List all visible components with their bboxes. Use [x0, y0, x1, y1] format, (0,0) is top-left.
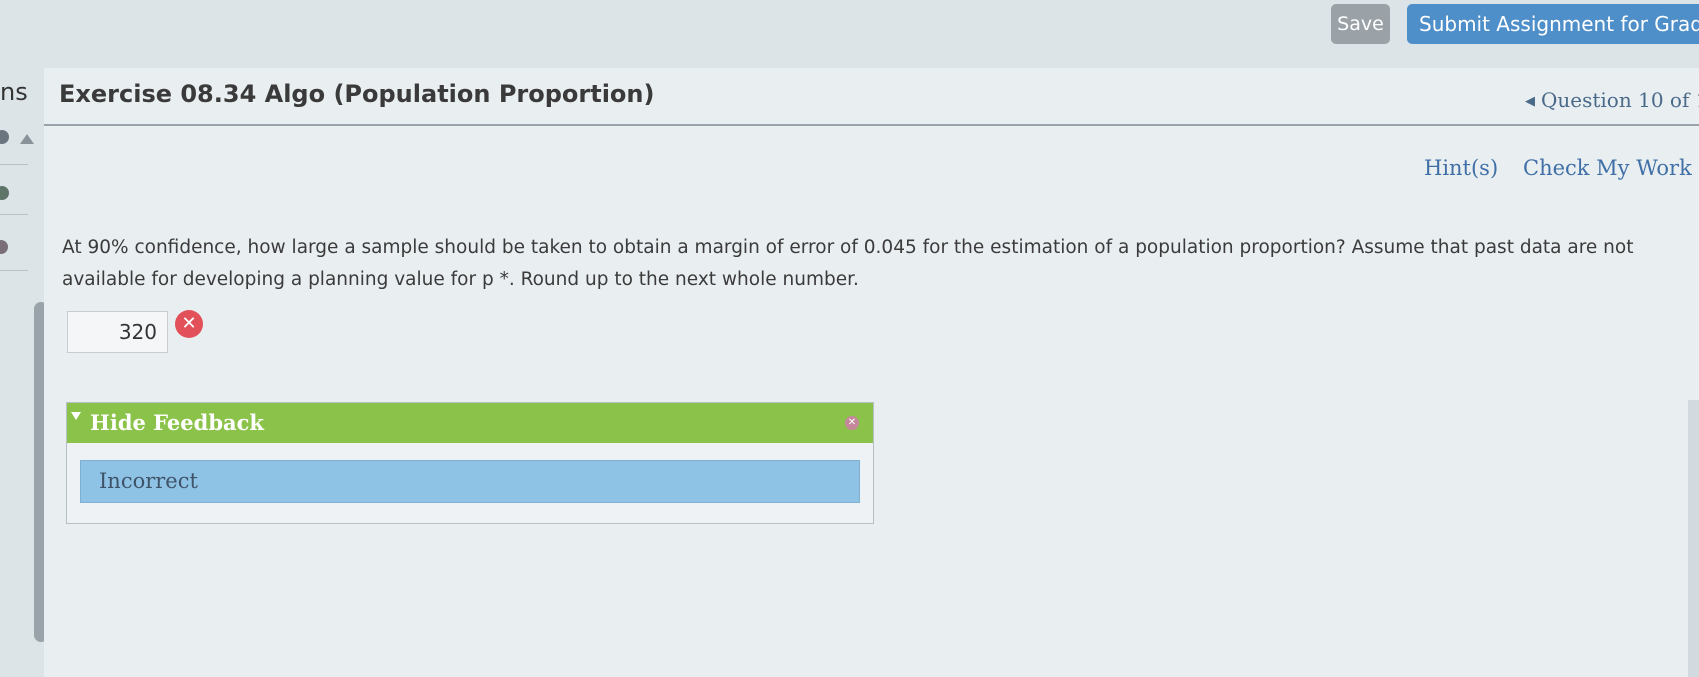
question-nav-label: Question 10 of 10 [1541, 88, 1699, 112]
submit-assignment-button[interactable]: Submit Assignment for Grading [1407, 4, 1699, 44]
sidebar-divider [0, 164, 28, 165]
hide-feedback-toggle[interactable]: Hide Feedback [90, 410, 264, 435]
feedback-message: Incorrect [80, 460, 860, 503]
sidebar-divider [0, 214, 28, 215]
check-my-work-link[interactable]: Check My Work [1523, 156, 1692, 180]
caret-left-icon[interactable]: ◀ [1525, 94, 1535, 109]
top-toolbar: Save Submit Assignment for Grading [0, 0, 1699, 68]
title-divider [44, 124, 1699, 126]
scroll-up-icon[interactable] [20, 134, 34, 144]
sidebar-divider [0, 270, 28, 271]
hints-link[interactable]: Hint(s) [1424, 156, 1498, 180]
page-title: Exercise 08.34 Algo (Population Proporti… [59, 80, 655, 108]
close-icon[interactable]: ✕ [845, 416, 859, 430]
collapse-triangle-icon[interactable] [71, 412, 81, 420]
save-button[interactable]: Save [1331, 4, 1390, 44]
question-text: At 90% confidence, how large a sample sh… [62, 237, 1634, 290]
feedback-panel: Hide Feedback ✕ Incorrect [66, 402, 874, 524]
question-nav[interactable]: ◀ Question 10 of 10 [1525, 88, 1699, 112]
right-edge [1688, 400, 1699, 677]
sidebar-label: ns [0, 78, 28, 106]
feedback-text: Incorrect [99, 469, 198, 493]
x-circle-icon: ✕ [175, 310, 203, 338]
feedback-header[interactable]: Hide Feedback ✕ [67, 403, 873, 443]
answer-input[interactable]: 320 [67, 311, 168, 353]
